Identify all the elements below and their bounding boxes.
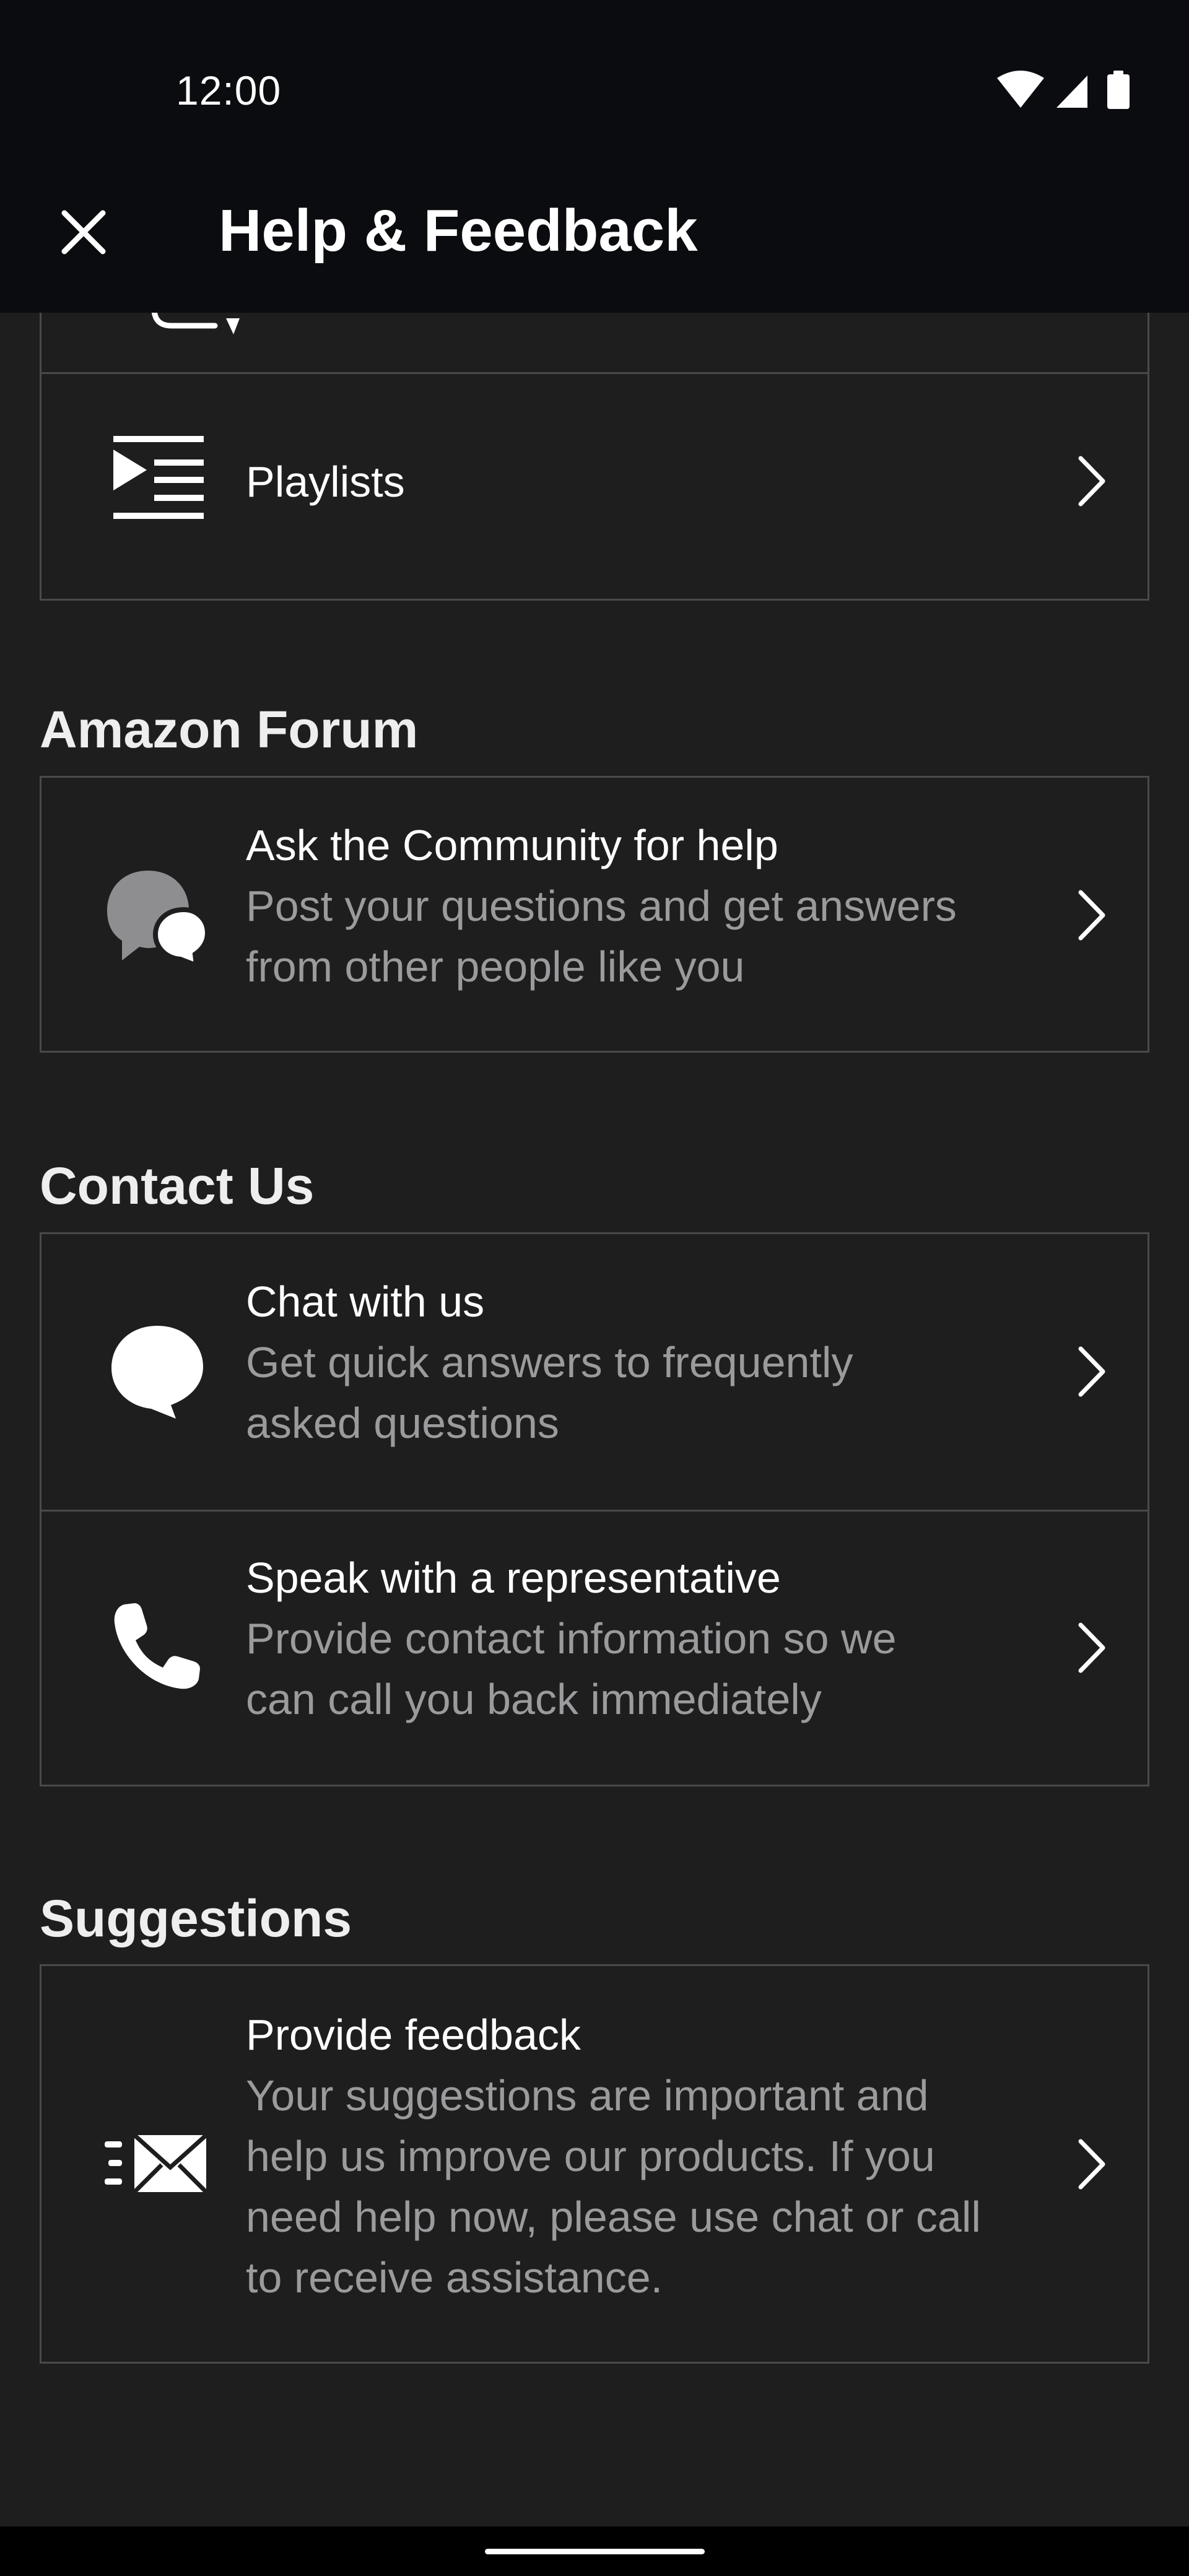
chat-with-us-desc-line2: asked questions [246, 1399, 559, 1447]
list-item-ask-community[interactable]: Ask the Community for help Post your que… [41, 778, 1148, 1051]
ask-community-desc-line2: from other people like you [246, 942, 745, 991]
ask-community-title: Ask the Community for help [246, 821, 778, 869]
chat-with-us-title: Chat with us [246, 1277, 485, 1326]
speak-representative-desc-line2: can call you back immediately [246, 1675, 822, 1723]
list-item-provide-feedback[interactable]: Provide feedback Your suggestions are im… [41, 1966, 1148, 2362]
speak-representative-title: Speak with a representative [246, 1554, 781, 1602]
provide-feedback-desc-line1: Your suggestions are important and [246, 2071, 929, 2120]
speak-representative-desc-line1: Provide contact information so we [246, 1614, 897, 1663]
playlist-icon [105, 427, 210, 532]
partial-topic-icon [152, 313, 240, 334]
chat-with-us-desc-line1: Get quick answers to frequently [246, 1338, 853, 1386]
playlists-label: Playlists [246, 458, 405, 506]
contact-card: Chat with us Get quick answers to freque… [40, 1232, 1149, 1786]
chat-bubble-icon [105, 1318, 210, 1423]
battery-icon [1107, 71, 1130, 109]
section-title-contact-us: Contact Us [40, 1157, 315, 1215]
page-title: Help & Feedback [219, 198, 698, 264]
ask-community-desc-line1: Post your questions and get answers [246, 882, 957, 930]
wifi-icon [997, 71, 1044, 108]
forum-card: Ask the Community for help Post your que… [40, 776, 1149, 1053]
phone-icon [105, 1593, 210, 1699]
chevron-right-icon [1078, 456, 1105, 507]
list-item-playlists[interactable]: Playlists [41, 372, 1148, 588]
list-item-chat-with-us[interactable]: Chat with us Get quick answers to freque… [41, 1234, 1148, 1510]
cellular-signal-icon [1056, 76, 1087, 108]
send-mail-icon [105, 2112, 210, 2217]
list-item-speak-representative[interactable]: Speak with a representative Provide cont… [41, 1510, 1148, 1785]
close-icon[interactable] [56, 204, 111, 260]
home-gesture-handle[interactable] [485, 2549, 705, 2554]
section-title-amazon-forum: Amazon Forum [40, 700, 419, 759]
provide-feedback-desc-line4: to receive assistance. [246, 2253, 663, 2302]
provide-feedback-desc-line3: need help now, please use chat or call [246, 2193, 981, 2241]
help-content-list[interactable]: Playlists Amazon Forum Ask the Community… [0, 313, 1189, 2526]
status-icons [997, 71, 1130, 109]
help-topics-card: Playlists [40, 313, 1149, 601]
chevron-right-icon [1078, 2139, 1105, 2190]
chevron-right-icon [1078, 1622, 1105, 1673]
chevron-right-icon [1078, 890, 1105, 941]
provide-feedback-desc-line2: help us improve our products. If you [246, 2132, 935, 2180]
status-time: 12:00 [176, 67, 282, 113]
suggestions-card: Provide feedback Your suggestions are im… [40, 1964, 1149, 2364]
community-chat-icon [105, 861, 210, 967]
section-title-suggestions: Suggestions [40, 1889, 352, 1947]
system-navigation-bar [0, 2526, 1189, 2576]
provide-feedback-title: Provide feedback [246, 2011, 581, 2059]
status-bar: 12:00 [0, 0, 1189, 186]
chevron-right-icon [1078, 1346, 1105, 1397]
